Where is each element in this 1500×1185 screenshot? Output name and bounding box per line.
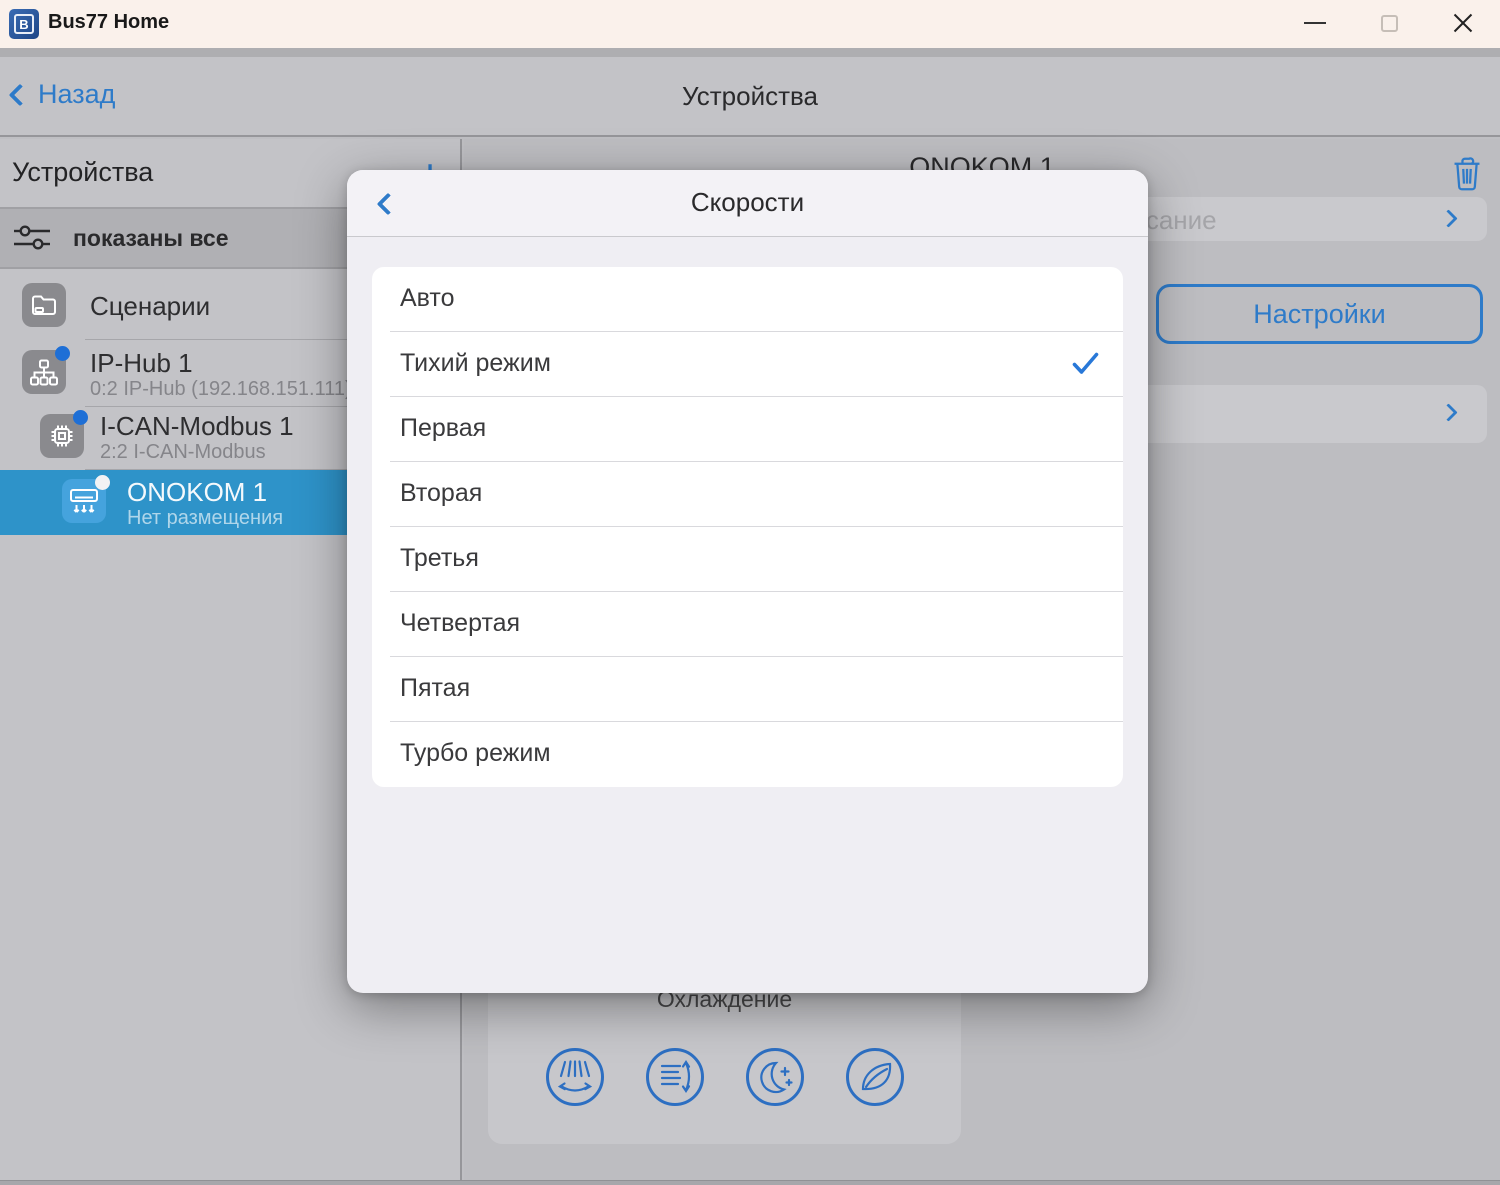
settings-button-label: Настройки [1253,299,1385,330]
folder-icon [22,283,66,327]
titlebar-shadow [0,48,1500,57]
item-subtitle: 2:2 I-CAN-Modbus [100,441,266,464]
speeds-modal: Скорости Авто Тихий режим Первая Вторая [347,170,1148,993]
mode-icons-row [488,1048,961,1106]
eco-mode-button[interactable] [846,1048,904,1106]
night-mode-button[interactable] [746,1048,804,1106]
option-label: Вторая [400,479,482,508]
option-label: Турбо режим [400,739,551,768]
cooling-control-card: Охлаждение [488,978,961,1144]
network-hub-icon [22,350,66,394]
chip-icon [40,414,84,458]
speed-options-list: Авто Тихий режим Первая Вторая Третья [372,267,1123,787]
modal-option-row-3[interactable]: Вторая [372,462,1123,527]
minimize-button[interactable] [1286,0,1344,46]
modal-option-row-5[interactable]: Четвертая [372,592,1123,657]
item-subtitle: 0:2 IP-Hub (192.168.151.111) [90,378,352,401]
settings-button[interactable]: Настройки [1156,284,1483,344]
modal-option-row-4[interactable]: Третья [372,527,1123,592]
item-label: IP-Hub 1 [90,348,193,379]
item-subtitle: Нет размещения [127,507,283,530]
window-bottom-edge [0,1180,1500,1185]
louver-vertical-swing-icon [654,1056,696,1098]
filter-label: показаны все [73,225,229,252]
window-titlebar: B Bus77 Home [0,0,1500,48]
minimize-icon [1304,22,1326,24]
option-label: Третья [400,544,479,573]
option-label: Тихий режим [400,349,551,378]
modal-option-row-2[interactable]: Первая [372,397,1123,462]
eco-mode-icon [854,1056,896,1098]
option-label: Четвертая [400,609,520,638]
louver-horizontal-swing-button[interactable] [546,1048,604,1106]
app-logo-icon: B [9,9,39,39]
modal-option-row-7[interactable]: Турбо режим [372,722,1123,787]
window-title: Bus77 Home [48,11,169,34]
item-label: ONOKOM 1 [127,477,267,508]
status-badge [55,346,70,361]
modal-option-row-6[interactable]: Пятая [372,657,1123,722]
item-label: Сценарии [90,291,210,322]
maximize-icon [1381,15,1398,32]
item-label: I-CAN-Modbus 1 [100,411,294,442]
app-window: B Bus77 Home Назад Устройства Устройства… [0,0,1500,1185]
trash-icon [1452,157,1482,191]
delete-device-button[interactable] [1452,157,1486,193]
louver-horizontal-swing-icon [554,1056,596,1098]
modal-option-row-0[interactable]: Авто [372,267,1123,332]
chevron-right-icon [1439,403,1457,421]
page-title: Устройства [0,81,1500,112]
air-conditioner-icon [62,479,106,523]
filter-sliders-icon [13,223,51,253]
top-navbar: Назад Устройства [0,57,1500,137]
status-badge [73,410,88,425]
night-mode-icon [754,1056,796,1098]
sidebar-title: Устройства [12,157,153,188]
option-label: Первая [400,414,486,443]
option-label: Пятая [400,674,470,703]
modal-option-row-1[interactable]: Тихий режим [372,332,1123,397]
louver-vertical-swing-button[interactable] [646,1048,704,1106]
status-badge [95,475,110,490]
checkmark-icon [1072,352,1099,375]
close-button[interactable] [1434,0,1492,46]
chevron-right-icon [1439,209,1457,227]
maximize-button[interactable] [1360,0,1418,46]
modal-header: Скорости [347,170,1148,237]
close-icon [1452,12,1474,34]
modal-title: Скорости [347,187,1148,218]
option-label: Авто [400,284,454,313]
